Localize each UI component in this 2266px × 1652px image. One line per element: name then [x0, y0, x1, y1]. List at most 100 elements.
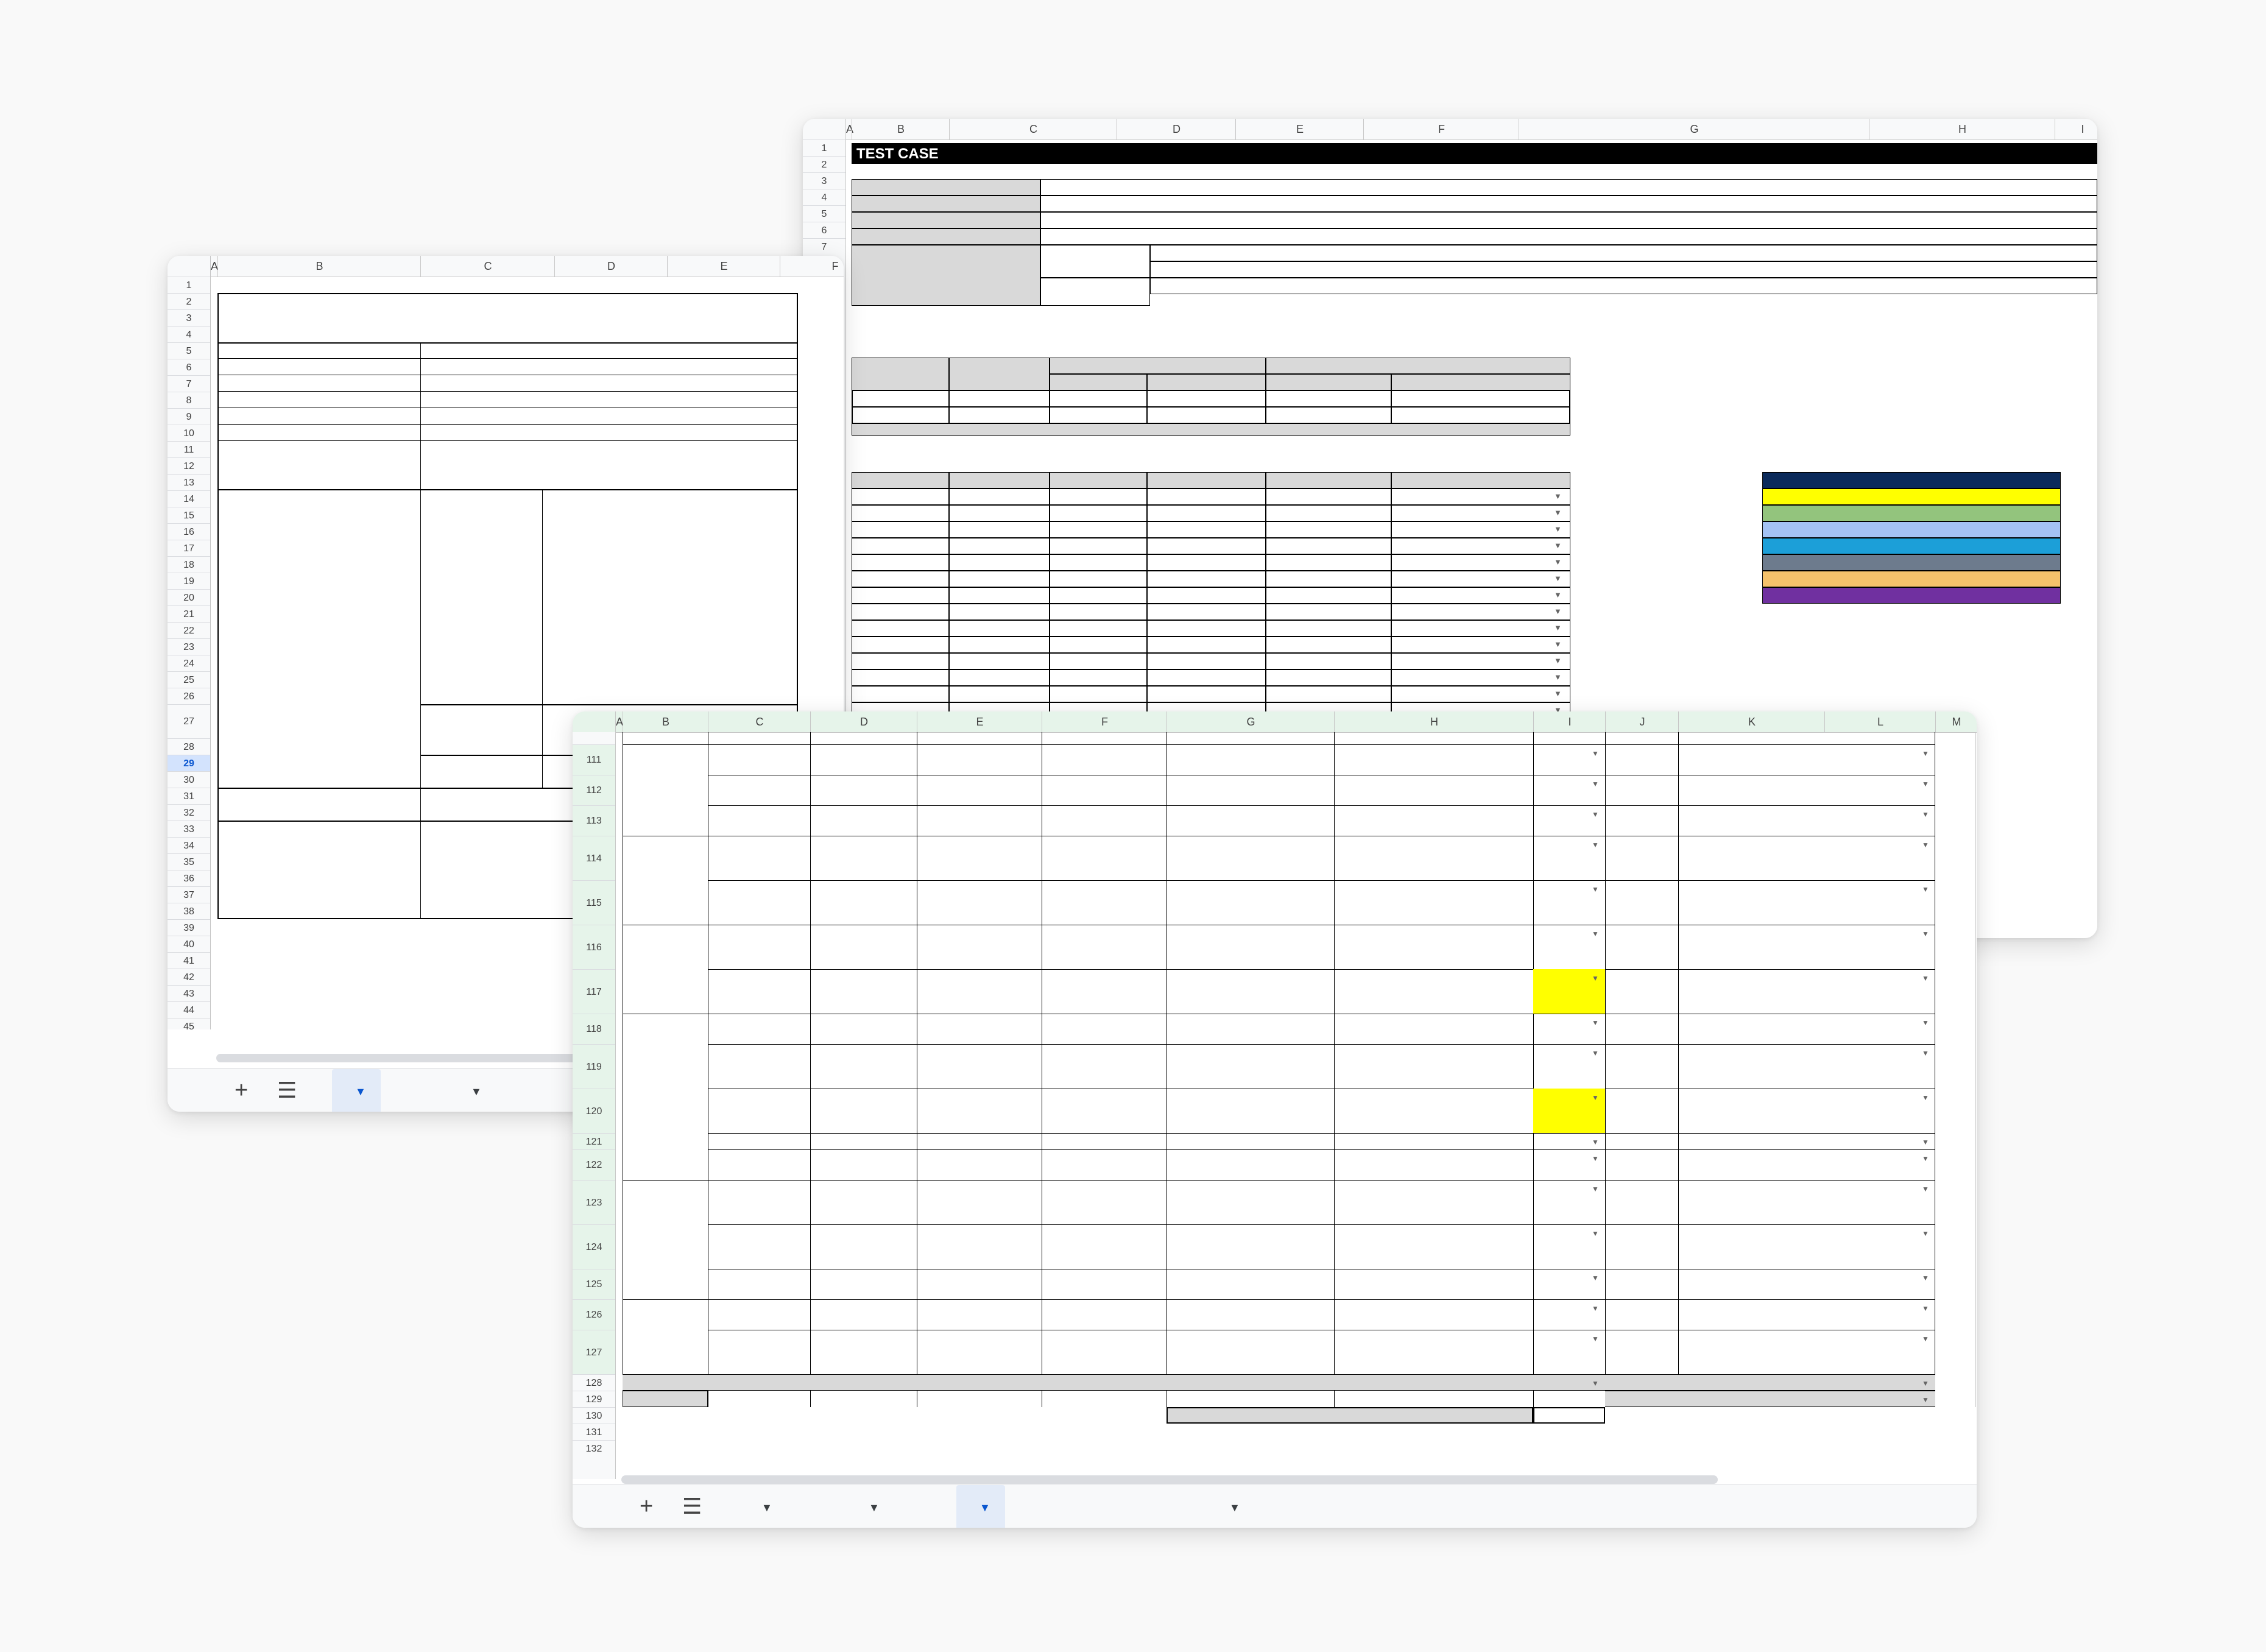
- caret-down-icon[interactable]: ▼: [1554, 557, 1562, 567]
- caret-down-icon[interactable]: ▼: [1554, 590, 1562, 599]
- caret-down-icon[interactable]: ▼: [1922, 1274, 1929, 1282]
- caret-down-icon[interactable]: ▼: [1592, 1018, 1599, 1027]
- row-header-43[interactable]: 43: [168, 985, 210, 1002]
- row-header-19[interactable]: 19: [168, 573, 210, 590]
- caret-down-icon[interactable]: ▼: [1592, 885, 1599, 894]
- row-header-114[interactable]: 114: [573, 836, 615, 881]
- row-header-6[interactable]: 6: [803, 222, 845, 239]
- menu-icon[interactable]: ☰: [277, 1078, 297, 1103]
- row-header-38[interactable]: 38: [168, 903, 210, 920]
- row-header-112[interactable]: 112: [573, 775, 615, 806]
- row-header-28[interactable]: 28: [168, 738, 210, 755]
- caret-down-icon[interactable]: ▼: [1554, 689, 1562, 698]
- row-header-30[interactable]: 30: [168, 771, 210, 788]
- row-header-10[interactable]: 10: [168, 425, 210, 442]
- row-header-132[interactable]: 132: [573, 1440, 615, 1457]
- row-header-32[interactable]: 32: [168, 804, 210, 821]
- row-header-118[interactable]: 118: [573, 1014, 615, 1045]
- column-header-f[interactable]: F: [780, 256, 844, 277]
- row-header-27[interactable]: 27: [168, 704, 210, 739]
- row-header-119[interactable]: 119: [573, 1044, 615, 1089]
- caret-down-icon[interactable]: ▼: [1592, 930, 1599, 938]
- caret-down-icon[interactable]: ▼: [1922, 974, 1929, 983]
- column-header-i[interactable]: I: [2055, 119, 2097, 139]
- row-header-3[interactable]: 3: [168, 309, 210, 327]
- caret-down-icon[interactable]: ▼: [1592, 810, 1599, 819]
- row-header-33[interactable]: 33: [168, 821, 210, 838]
- caret-down-icon[interactable]: ▼: [1922, 930, 1929, 938]
- column-header-h[interactable]: H: [1869, 119, 2055, 139]
- row-header-122[interactable]: 122: [573, 1149, 615, 1181]
- caret-down-icon[interactable]: ▼: [1922, 1018, 1929, 1027]
- plus-icon[interactable]: +: [235, 1078, 248, 1104]
- column-header-e[interactable]: E: [667, 256, 780, 277]
- row-header-3[interactable]: 3: [803, 172, 845, 189]
- column-header-d[interactable]: D: [1117, 119, 1236, 139]
- row-header-36[interactable]: 36: [168, 870, 210, 887]
- row-header-29[interactable]: 29: [168, 755, 210, 772]
- caret-down-icon[interactable]: ▼: [1922, 1379, 1929, 1388]
- column-header-i[interactable]: I: [1533, 711, 1606, 732]
- row-header-21[interactable]: 21: [168, 605, 210, 623]
- caret-down-icon[interactable]: ▼: [1554, 607, 1562, 616]
- caret-down-icon[interactable]: ▼: [1922, 1138, 1929, 1146]
- row-header-1[interactable]: 1: [803, 139, 845, 157]
- caret-down-icon[interactable]: ▼: [1922, 1335, 1929, 1343]
- row-header-4[interactable]: 4: [803, 189, 845, 206]
- caret-down-icon[interactable]: ▼: [1554, 672, 1562, 682]
- row-header-117[interactable]: 117: [573, 969, 615, 1014]
- column-header-c[interactable]: C: [708, 711, 811, 732]
- caret-down-icon[interactable]: ▼: [1592, 1379, 1599, 1388]
- row-header-11[interactable]: 11: [168, 441, 210, 458]
- row-header-125[interactable]: 125: [573, 1269, 615, 1300]
- row-header-16[interactable]: 16: [168, 523, 210, 540]
- caret-down-icon[interactable]: ▼: [1922, 749, 1929, 758]
- caret-down-icon[interactable]: ▼: [1554, 492, 1562, 501]
- row-header-127[interactable]: 127: [573, 1330, 615, 1375]
- row-header-4[interactable]: 4: [168, 326, 210, 343]
- caret-down-icon[interactable]: ▼: [1922, 1304, 1929, 1313]
- row-header-115[interactable]: 115: [573, 880, 615, 925]
- row-header-126[interactable]: 126: [573, 1299, 615, 1330]
- caret-down-icon[interactable]: ▼: [1554, 541, 1562, 550]
- row-header-7[interactable]: 7: [168, 375, 210, 392]
- row-header-120[interactable]: 120: [573, 1089, 615, 1134]
- row-header-31[interactable]: 31: [168, 788, 210, 805]
- row-header-44[interactable]: 44: [168, 1001, 210, 1018]
- caret-down-icon[interactable]: ▼: [1592, 1274, 1599, 1282]
- caret-down-icon[interactable]: ▼: [1554, 574, 1562, 583]
- row-header-13[interactable]: 13: [168, 474, 210, 491]
- row-header-39[interactable]: 39: [168, 919, 210, 936]
- row-header-37[interactable]: 37: [168, 886, 210, 903]
- caret-down-icon[interactable]: ▼: [1922, 841, 1929, 849]
- row-header-15[interactable]: 15: [168, 507, 210, 524]
- row-header-18[interactable]: 18: [168, 556, 210, 573]
- sheet-tab-version[interactable]: ▼: [845, 1485, 894, 1528]
- row-header-131[interactable]: 131: [573, 1424, 615, 1441]
- row-header-40[interactable]: 40: [168, 936, 210, 953]
- column-header-e[interactable]: E: [1235, 119, 1364, 139]
- row-header-5[interactable]: 5: [803, 205, 845, 222]
- caret-down-icon[interactable]: ▼: [1592, 974, 1599, 983]
- column-header-f[interactable]: F: [1363, 119, 1519, 139]
- caret-down-icon[interactable]: ▼: [1592, 1229, 1599, 1238]
- row-header-7[interactable]: 7: [803, 238, 845, 255]
- row-header-9[interactable]: 9: [168, 408, 210, 425]
- row-header-111[interactable]: 111: [573, 744, 615, 775]
- column-header-f[interactable]: F: [1042, 711, 1167, 732]
- row-header-12[interactable]: 12: [168, 457, 210, 475]
- row-header-116[interactable]: 116: [573, 925, 615, 970]
- sheet-tab-test-case-user-app[interactable]: ▼: [956, 1485, 1005, 1528]
- row-header-5[interactable]: 5: [168, 342, 210, 359]
- caret-down-icon[interactable]: ▼: [1922, 1229, 1929, 1238]
- caret-down-icon[interactable]: ▼: [1554, 640, 1562, 649]
- row-header-41[interactable]: 41: [168, 952, 210, 969]
- column-header-h[interactable]: H: [1334, 711, 1534, 732]
- menu-icon[interactable]: ☰: [682, 1494, 702, 1519]
- caret-down-icon[interactable]: ▼: [1592, 1138, 1599, 1146]
- caret-down-icon[interactable]: ▼: [1922, 1396, 1929, 1404]
- caret-down-icon[interactable]: ▼: [1592, 1185, 1599, 1193]
- row-header-35[interactable]: 35: [168, 853, 210, 870]
- column-header-g[interactable]: G: [1167, 711, 1335, 732]
- caret-down-icon[interactable]: ▼: [1592, 1304, 1599, 1313]
